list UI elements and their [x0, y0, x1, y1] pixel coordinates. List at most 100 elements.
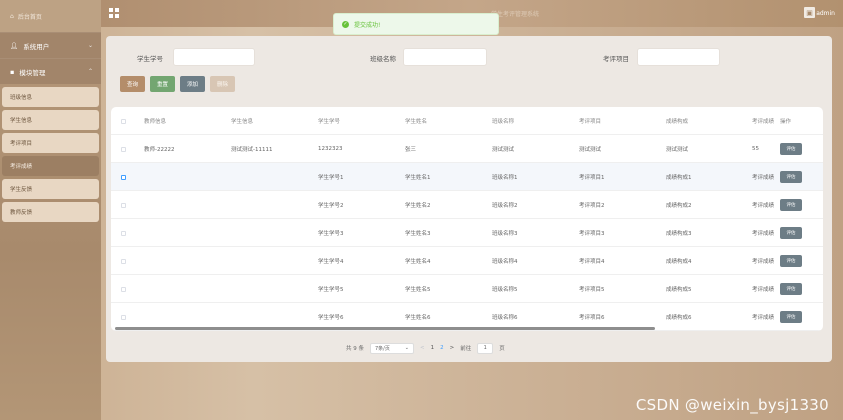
evaluate-button[interactable]: 评估: [780, 311, 802, 323]
table-cell: 考评成绩: [752, 203, 775, 209]
horizontal-scrollbar[interactable]: [115, 327, 655, 330]
page-2[interactable]: 2: [440, 345, 444, 351]
check-circle-icon: ✓: [342, 20, 349, 28]
sidebar-home[interactable]: ⌂ 后台首页: [0, 0, 101, 32]
table-cell: 考评项目2: [579, 203, 605, 209]
table-cell: 测试测试: [492, 147, 515, 153]
row-checkbox[interactable]: [121, 219, 126, 247]
action-cell: 评估: [780, 135, 802, 163]
table-cell: 学生姓名5: [405, 287, 431, 293]
table-cell: 考评项目4: [579, 259, 605, 265]
action-cell: 评估: [780, 191, 802, 219]
col-header: 学生学号: [318, 119, 341, 125]
page-suffix: 页: [499, 346, 505, 352]
table-cell: 成绩构成5: [666, 287, 692, 293]
table-cell: 考评项目1: [579, 175, 605, 181]
sidebar-item-student-feedback[interactable]: 学生反馈: [2, 179, 99, 199]
search-button[interactable]: 查询: [120, 76, 146, 92]
avatar[interactable]: ▣: [804, 7, 815, 18]
table-cell: 考评成绩: [752, 287, 775, 293]
evaluate-button[interactable]: 评估: [780, 255, 802, 267]
chevron-down-icon: ⌄: [404, 345, 409, 351]
evaluate-button[interactable]: 评估: [780, 171, 802, 183]
sidebar-group-module-management[interactable]: ▪︎ 模块管理 ⌃: [0, 58, 101, 84]
sidebar-item-student-info[interactable]: 学生信息: [2, 110, 99, 130]
table-cell: 成绩构成1: [666, 175, 692, 181]
table-cell: 测试测试: [666, 147, 689, 153]
table-cell: 班级名称1: [492, 175, 518, 181]
page-1[interactable]: 1: [431, 345, 435, 351]
evaluate-button[interactable]: 评估: [780, 283, 802, 295]
student-id-input[interactable]: [173, 48, 255, 66]
chevron-up-icon: ⌃: [87, 68, 93, 75]
table-row[interactable]: 学生学号4 学生姓名4 班级名称4 考评项目4 成绩构成4 考评成绩 评估: [111, 247, 823, 275]
sidebar-item-label: 班级信息: [10, 95, 33, 101]
row-checkbox[interactable]: [121, 275, 126, 303]
row-checkbox[interactable]: [121, 135, 126, 163]
sidebar-item-eval-project[interactable]: 考评项目: [2, 133, 99, 153]
table-cell: 学生姓名2: [405, 203, 431, 209]
col-header: 操作: [780, 119, 792, 125]
evaluate-button[interactable]: 评估: [780, 143, 802, 155]
class-name-label: 班级名称: [370, 55, 396, 63]
eval-project-input[interactable]: [637, 48, 720, 66]
table-row[interactable]: 教师-22222 测试测试-11111 1232323 张三 测试测试 测试测试 测试测试 5…: [111, 135, 823, 163]
table-cell: 成绩构成2: [666, 203, 692, 209]
table-cell: 考评成绩: [752, 175, 775, 181]
sidebar-group-system-users[interactable]: 👤︎ 系统用户 ⌄: [0, 32, 101, 58]
class-name-input[interactable]: [403, 48, 487, 66]
add-button[interactable]: 添加: [180, 76, 206, 92]
table-row[interactable]: 学生学号1 学生姓名1 班级名称1 考评项目1 成绩构成1 考评成绩 评估: [111, 163, 823, 191]
goto-page-input[interactable]: 1: [477, 342, 494, 354]
row-checkbox[interactable]: [121, 163, 126, 191]
row-checkbox[interactable]: [121, 247, 126, 275]
sidebar-item-label: 学生反馈: [10, 187, 33, 193]
table-cell: 学生姓名3: [405, 231, 431, 237]
table-cell: 测试测试: [579, 147, 602, 153]
next-page-button[interactable]: >: [450, 345, 455, 351]
action-buttons: 查询 重置 添加 删除: [120, 76, 236, 92]
sidebar-item-teacher-feedback[interactable]: 教师反馈: [2, 202, 99, 222]
sidebar-group-label: 模块管理: [19, 68, 46, 77]
table-cell: 55: [752, 146, 759, 152]
table-cell: 学生学号5: [318, 287, 344, 293]
table-cell: 学生学号3: [318, 231, 344, 237]
search-bar: 学生学号 班级名称 考评项目: [106, 48, 832, 66]
delete-button[interactable]: 删除: [210, 76, 236, 92]
table-row[interactable]: 学生学号3 学生姓名3 班级名称3 考评项目3 成绩构成3 考评成绩 评估: [111, 219, 823, 247]
sidebar-item-eval-score[interactable]: 考评成绩: [2, 156, 99, 176]
table-row[interactable]: 学生学号5 学生姓名5 班级名称5 考评项目5 成绩构成5 考评成绩 评估: [111, 275, 823, 303]
row-checkbox[interactable]: [121, 191, 126, 219]
table-cell: 测试测试-11111: [231, 147, 273, 153]
sidebar-home-label: 后台首页: [17, 13, 42, 21]
evaluate-button[interactable]: 评估: [780, 199, 802, 211]
table-cell: 考评成绩: [752, 259, 775, 265]
select-all-checkbox[interactable]: [121, 107, 126, 135]
goto-label: 前往: [460, 346, 472, 352]
table-cell: 学生学号1: [318, 175, 344, 181]
data-table: 教师信息 学生信息 学生学号 学生姓名 班级名称 考评项目 成绩构成 考评成绩 …: [111, 107, 823, 331]
user-icon: 👤︎: [10, 41, 19, 50]
pagination-total: 共 9 条: [346, 346, 364, 352]
table-row[interactable]: 学生学号2 学生姓名2 班级名称2 考评项目2 成绩构成2 考评成绩 评估: [111, 191, 823, 219]
reset-button[interactable]: 重置: [150, 76, 176, 92]
col-header: 考评项目: [579, 119, 602, 125]
table-cell: 学生姓名4: [405, 259, 431, 265]
table-cell: 学生学号2: [318, 203, 344, 209]
col-header: 考评成绩: [752, 119, 775, 125]
evaluate-button[interactable]: 评估: [780, 227, 802, 239]
prev-page-button[interactable]: <: [420, 345, 425, 351]
username[interactable]: admin: [816, 10, 835, 17]
table-cell: 成绩构成3: [666, 231, 692, 237]
table-cell: 考评项目5: [579, 287, 605, 293]
table-cell: 考评成绩: [752, 231, 775, 237]
table-cell: 学生姓名1: [405, 175, 431, 181]
table-cell: 考评项目3: [579, 231, 605, 237]
menu-grid-icon[interactable]: [109, 8, 119, 18]
page-size-select[interactable]: 7条/页 ⌄: [370, 342, 414, 354]
sidebar-group-label: 系统用户: [23, 42, 50, 51]
col-header: 学生信息: [231, 119, 254, 125]
sidebar-item-class-info[interactable]: 班级信息: [2, 87, 99, 107]
table-cell: 学生学号4: [318, 259, 344, 265]
watermark: CSDN @weixin_bysj1330: [635, 396, 829, 414]
